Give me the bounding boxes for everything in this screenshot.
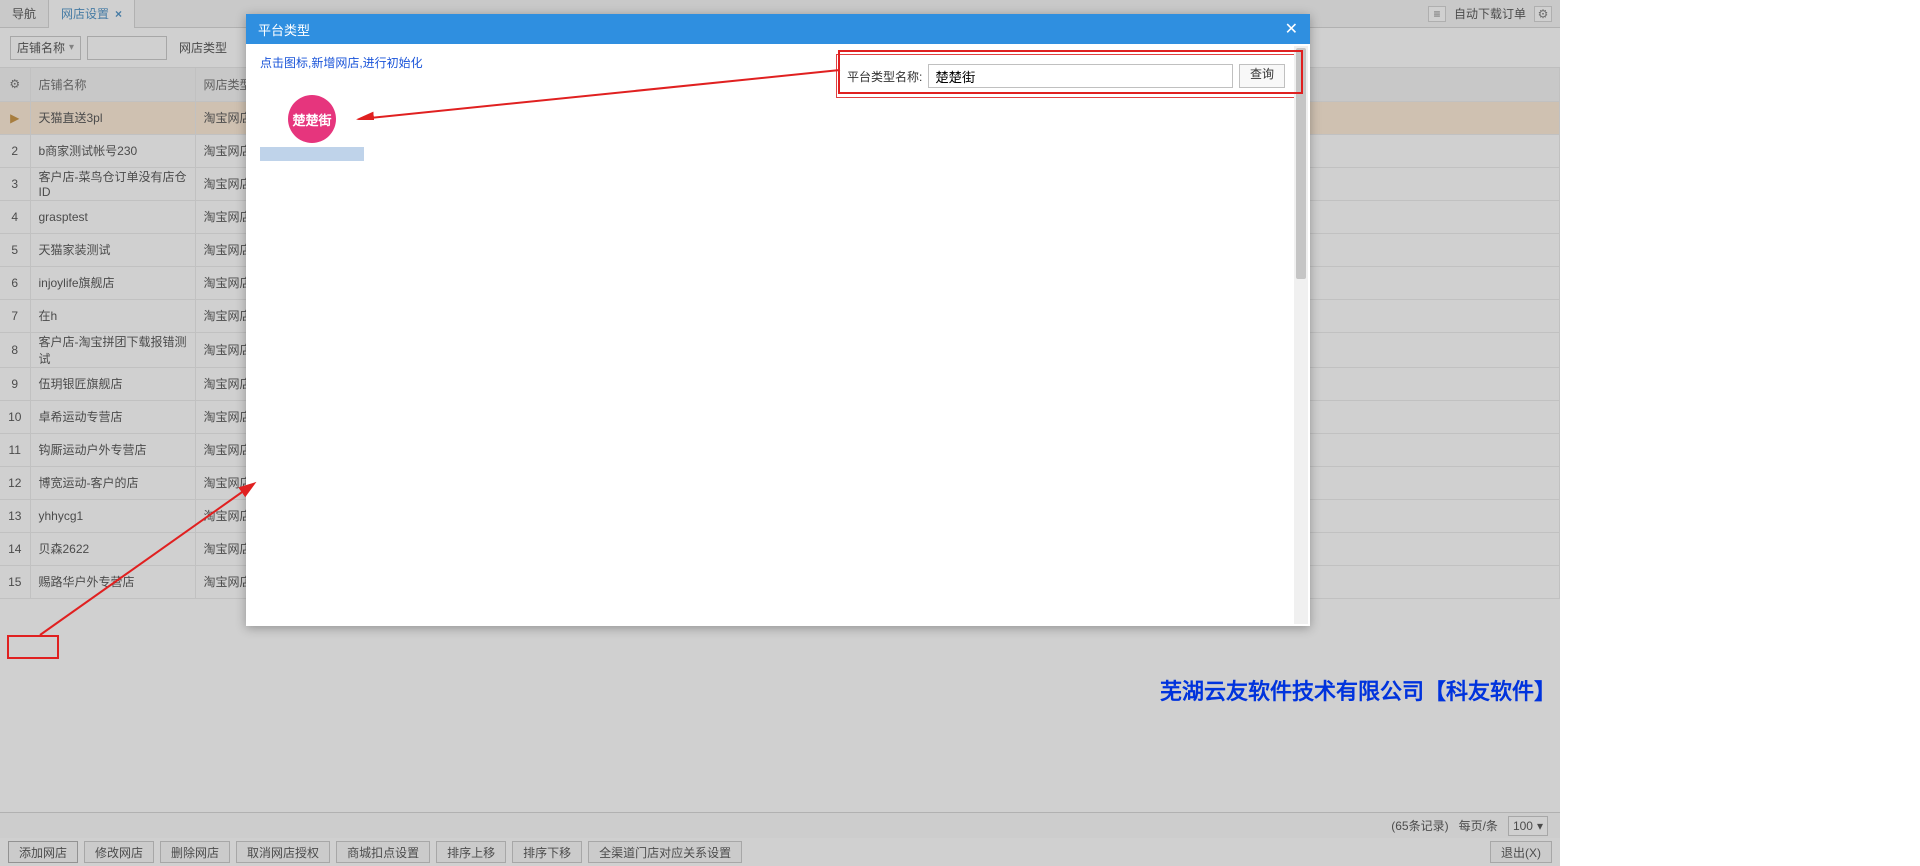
platform-underline (260, 147, 364, 161)
platform-type-modal: 平台类型 ✕ 点击图标,新增网店,进行初始化 平台类型名称: 查询 楚楚街 (246, 14, 1310, 626)
watermark: 芜湖云友软件技术有限公司【科友软件】 (1160, 674, 1556, 706)
platform-name-input[interactable] (928, 64, 1233, 88)
modal-scrollbar[interactable] (1294, 46, 1308, 624)
modal-header: 平台类型 ✕ (246, 14, 1310, 44)
platform-item[interactable]: 楚楚街 (260, 95, 364, 161)
platform-search-panel: 平台类型名称: 查询 (836, 54, 1296, 98)
modal-body: 点击图标,新增网店,进行初始化 平台类型名称: 查询 楚楚街 (246, 44, 1310, 626)
search-label: 平台类型名称: (847, 68, 922, 85)
platform-icon: 楚楚街 (288, 95, 336, 143)
query-button[interactable]: 查询 (1239, 64, 1285, 88)
scrollbar-thumb[interactable] (1296, 48, 1306, 279)
modal-hint: 点击图标,新增网店,进行初始化 (260, 54, 423, 71)
modal-title: 平台类型 (258, 20, 310, 39)
modal-close-icon[interactable]: ✕ (1285, 19, 1298, 39)
